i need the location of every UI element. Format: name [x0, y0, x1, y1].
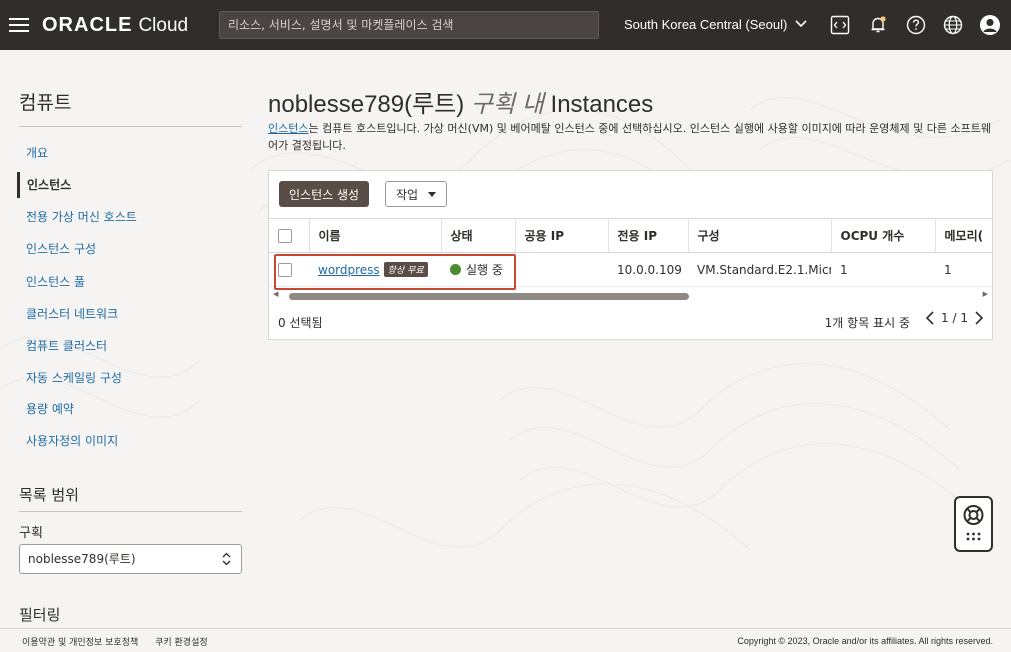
items-shown-count: 1개 항목 표시 중 [824, 316, 910, 330]
pagination: 1 / 1 [925, 311, 984, 325]
sidebar-item-cluster-networks[interactable]: 클러스터 네트워크 [17, 301, 118, 327]
filter-title: 필터링 [19, 606, 61, 624]
divider [19, 126, 242, 127]
scroll-right-arrow-icon[interactable]: ▶ [983, 290, 988, 298]
sidebar-item-autoscaling-configurations[interactable]: 자동 스케일링 구성 [17, 365, 122, 391]
selected-count: 0 선택됨 [278, 316, 323, 330]
title-italic: 구획 내 [470, 91, 544, 118]
up-down-chevron-icon [222, 545, 231, 578]
user-profile-icon[interactable] [978, 13, 1002, 37]
title-resource: Instances [550, 91, 654, 118]
compartment-value: noblesse789(루트) [28, 552, 136, 566]
instance-memory: 1 [935, 252, 992, 287]
table-header-row: 이름 상태 공용 IP 전용 IP 구성 OCPU 개수 메모리( [269, 218, 992, 253]
page-indicator: 1 / 1 [941, 311, 968, 325]
title-compartment: noblesse789(루트) [268, 91, 465, 118]
instance-private-ip: 10.0.0.109 [608, 252, 688, 287]
lifebuoy-icon [963, 505, 984, 541]
page-title: noblesse789(루트) 구획 내 Instances [268, 84, 653, 119]
highlight-annotation-box [274, 254, 516, 290]
instance-ocpu: 1 [831, 252, 935, 287]
copyright-text: Copyright © 2023, Oracle and/or its affi… [737, 636, 993, 646]
oracle-cloud-logo[interactable]: ORACLE Cloud [42, 14, 188, 37]
notifications-bell-icon[interactable] [866, 13, 890, 37]
sidebar-item-overview[interactable]: 개요 [17, 140, 48, 166]
compartment-label: 구획 [19, 526, 43, 541]
sidebar-title: 컴퓨트 [19, 92, 72, 114]
actions-menu-button[interactable]: 작업 [385, 181, 447, 207]
column-header-status[interactable]: 상태 [441, 218, 516, 253]
region-label: South Korea Central (Seoul) [624, 17, 788, 32]
hamburger-menu-icon[interactable] [9, 18, 29, 32]
actions-label: 작업 [396, 187, 419, 202]
region-selector[interactable]: South Korea Central (Seoul) [624, 0, 807, 50]
next-page-icon[interactable] [974, 311, 984, 325]
page-description: 인스턴스는 컴퓨트 호스트입니다. 가상 머신(VM) 및 베어메탈 인스턴스 … [268, 120, 993, 154]
language-globe-icon[interactable] [941, 13, 965, 37]
logo-cloud: Cloud [138, 14, 189, 36]
logo-brand: ORACLE [42, 13, 133, 36]
column-header-memory[interactable]: 메모리( [935, 218, 992, 253]
description-text: 는 컴퓨트 호스트입니다. 가상 머신(VM) 및 베어메탈 인스턴스 중에 선… [268, 122, 991, 152]
terms-privacy-link[interactable]: 이용약관 및 개인정보 보호정책 [22, 638, 138, 648]
column-header-name[interactable]: 이름 [309, 218, 442, 253]
sidebar-item-capacity-reservations[interactable]: 용량 예약 [17, 396, 74, 422]
select-all-checkbox[interactable] [278, 228, 292, 243]
sidebar-item-custom-images[interactable]: 사용자정의 이미지 [17, 428, 118, 454]
instance-shape: VM.Standard.E2.1.Micro [688, 252, 831, 287]
sidebar-item-dedicated-vm-hosts[interactable]: 전용 가상 머신 호스트 [17, 204, 137, 230]
column-header-private-ip[interactable]: 전용 IP [608, 218, 689, 253]
column-header-public-ip[interactable]: 공용 IP [515, 218, 609, 253]
instances-doc-link[interactable]: 인스턴스 [268, 122, 308, 135]
cloud-shell-icon[interactable] [828, 13, 852, 37]
page-footer: 이용약관 및 개인정보 보호정책 쿠키 환경설정 Copyright © 202… [0, 628, 1011, 652]
horizontal-scrollbar[interactable]: ◀ ▶ [273, 290, 988, 301]
chevron-down-icon [795, 20, 807, 28]
list-scope-title: 목록 범위 [19, 486, 79, 504]
sidebar-item-instance-configurations[interactable]: 인스턴스 구성 [17, 236, 96, 262]
scrollbar-thumb[interactable] [289, 293, 689, 300]
compartment-select[interactable]: noblesse789(루트) [19, 544, 242, 574]
previous-page-icon[interactable] [925, 311, 935, 325]
column-header-ocpu-count[interactable]: OCPU 개수 [831, 218, 936, 253]
divider [19, 511, 242, 512]
caret-down-icon [427, 191, 436, 197]
create-instance-button[interactable]: 인스턴스 생성 [279, 181, 370, 207]
global-search-input[interactable] [219, 11, 599, 39]
sidebar: 컴퓨트 개요 인스턴스 전용 가상 머신 호스트 인스턴스 구성 인스턴스 풀 … [0, 50, 245, 628]
sidebar-item-compute-clusters[interactable]: 컴퓨트 클러스터 [17, 333, 107, 359]
table-footer: 0 선택됨 1개 항목 표시 중 1 / 1 [269, 309, 992, 335]
scroll-left-arrow-icon[interactable]: ◀ [273, 290, 278, 298]
help-widget[interactable] [954, 496, 993, 552]
select-all-cell [269, 218, 310, 253]
sidebar-item-instances[interactable]: 인스턴스 [17, 172, 71, 198]
help-question-icon[interactable] [904, 13, 928, 37]
sidebar-item-instance-pools[interactable]: 인스턴스 풀 [17, 269, 85, 295]
instance-public-ip [515, 252, 608, 287]
column-header-shape[interactable]: 구성 [688, 218, 832, 253]
cookie-preferences-link[interactable]: 쿠키 환경설정 [155, 638, 208, 648]
